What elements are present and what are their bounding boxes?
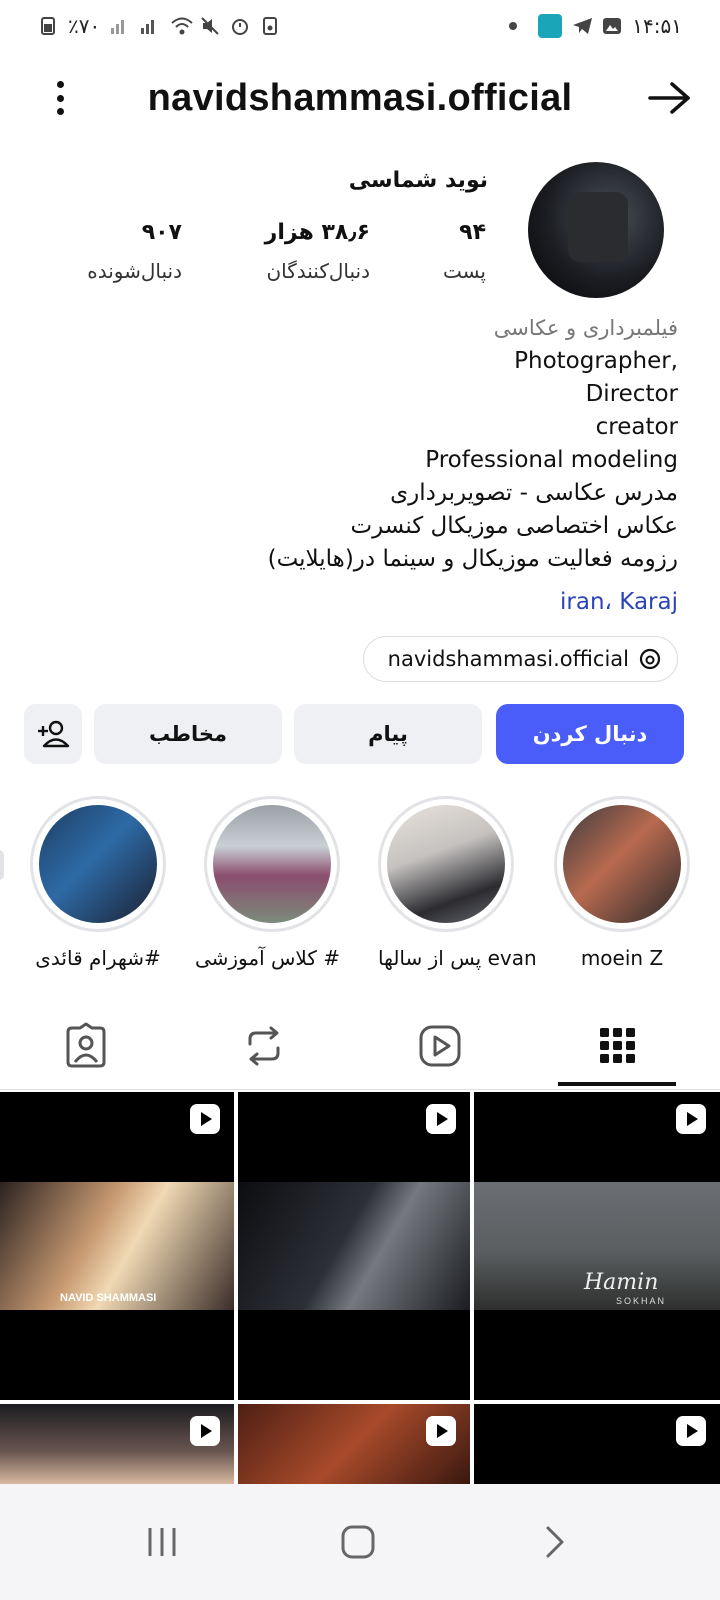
- alarm-icon: [230, 16, 250, 36]
- following-count: ۹۰۷: [141, 220, 182, 245]
- active-tab-indicator: [558, 1082, 676, 1086]
- more-options-icon[interactable]: [48, 78, 72, 118]
- post-thumbnail[interactable]: [0, 1404, 234, 1484]
- post-subtitle-text: SOKHAN: [616, 1296, 667, 1306]
- profile-avatar[interactable]: [528, 162, 664, 298]
- posts-count: ۹۴: [459, 220, 486, 245]
- reel-play-icon: [190, 1104, 220, 1134]
- bio-line: Professional modeling: [425, 447, 678, 473]
- post-thumbnail[interactable]: [474, 1404, 720, 1484]
- reposts-icon[interactable]: [240, 1022, 288, 1070]
- battery-percent: ٪۷۰: [68, 14, 101, 38]
- bio-category: فیلمبرداری و عکاسی: [493, 316, 678, 340]
- clock: ۱۴:۵۱: [632, 14, 682, 38]
- telegram-icon: [572, 16, 593, 36]
- follow-button[interactable]: دنبال کردن: [496, 704, 684, 764]
- vpn-shield-icon: [538, 14, 563, 38]
- bio-line: مدرس عکاسی - تصویربرداری: [390, 480, 678, 506]
- threads-link[interactable]: navidshammasi.official: [362, 636, 678, 682]
- display-name: نوید شماسی: [348, 168, 488, 193]
- reel-play-icon: [426, 1104, 456, 1134]
- post-title-text: Hamin: [584, 1270, 659, 1295]
- highlight-cover: [378, 796, 514, 932]
- post-thumbnail[interactable]: [238, 1404, 470, 1484]
- followers-stat[interactable]: ۳۸٫۶ هزار دنبال‌کنندگان: [265, 220, 370, 283]
- following-stat[interactable]: ۹۰۷ دنبال‌شونده: [87, 220, 182, 283]
- bio-line: عکاس اختصاصی موزیکال کنسرت: [350, 513, 678, 539]
- reels-icon[interactable]: [416, 1022, 464, 1070]
- highlight-label: پس از سالها evan: [378, 946, 537, 970]
- threads-handle: navidshammasi.official: [387, 647, 629, 671]
- post-thumbnail[interactable]: [238, 1092, 470, 1400]
- signal-icon-2: [140, 16, 160, 36]
- story-highlight[interactable]: # کلاس آموزشی: [194, 796, 340, 970]
- dot-icon: [508, 16, 528, 36]
- bio-line: رزومه فعالیت موزیکال و سینما در(هایلایت): [267, 546, 678, 572]
- location-link[interactable]: iran، Karaj: [38, 586, 678, 619]
- tagged-icon[interactable]: [62, 1022, 110, 1070]
- profile-bio: فیلمبرداری و عکاسی Photographer, Directo…: [38, 312, 678, 619]
- suggest-users-button[interactable]: [24, 704, 82, 764]
- highlight-label: # کلاس آموزشی: [194, 946, 340, 970]
- back-icon[interactable]: [530, 1518, 578, 1566]
- story-highlight[interactable]: #شهرام قائدی: [30, 796, 166, 970]
- message-button[interactable]: پیام: [294, 704, 482, 764]
- highlight-cover: [30, 796, 166, 932]
- recent-apps-icon[interactable]: [138, 1518, 186, 1566]
- mute-icon: [200, 16, 220, 36]
- followers-label: دنبال‌کنندگان: [266, 259, 370, 283]
- story-highlight[interactable]: پس از سالها evan: [378, 796, 537, 970]
- highlight-label: #شهرام قائدی: [35, 946, 161, 970]
- followers-count: ۳۸٫۶ هزار: [264, 220, 370, 245]
- system-nav-bar: [0, 1484, 720, 1600]
- grid-icon[interactable]: [594, 1022, 642, 1070]
- highlight-cover: [204, 796, 340, 932]
- highlight-overflow-edge[interactable]: [0, 850, 4, 880]
- profile-header: navidshammasi.official: [0, 60, 720, 136]
- bio-line: Director: [585, 381, 678, 407]
- storage-icon: [260, 16, 280, 36]
- back-arrow-icon[interactable]: [646, 76, 692, 120]
- highlight-label: moein Z: [580, 946, 664, 970]
- reel-play-icon: [676, 1104, 706, 1134]
- story-highlight[interactable]: moein Z: [554, 796, 690, 970]
- reel-play-icon: [190, 1416, 220, 1446]
- posts-stat[interactable]: ۹۴ پست: [443, 220, 486, 283]
- contact-button[interactable]: مخاطب: [94, 704, 282, 764]
- highlight-cover: [554, 796, 690, 932]
- post-watermark: NAVID SHAMMASI: [60, 1292, 157, 1304]
- reel-play-icon: [676, 1416, 706, 1446]
- bio-line: creator: [595, 414, 678, 440]
- status-bar: ٪۷۰ ۱۴:۵۱: [0, 0, 720, 52]
- profile-tabs: [0, 1010, 720, 1090]
- post-thumbnail[interactable]: Hamin SOKHAN: [474, 1092, 720, 1400]
- home-icon[interactable]: [334, 1518, 382, 1566]
- following-label: دنبال‌شونده: [87, 259, 182, 283]
- bio-line: Photographer,: [514, 348, 678, 374]
- reel-play-icon: [426, 1416, 456, 1446]
- threads-icon: [639, 648, 661, 670]
- add-user-icon: [38, 720, 70, 748]
- wifi-icon: [170, 16, 193, 36]
- battery-icon: [38, 16, 58, 36]
- gallery-icon: [602, 16, 622, 36]
- signal-icon: [110, 16, 130, 36]
- post-thumbnail[interactable]: NAVID SHAMMASI: [0, 1092, 234, 1400]
- username-title: navidshammasi.official: [147, 76, 573, 119]
- posts-label: پست: [442, 259, 486, 283]
